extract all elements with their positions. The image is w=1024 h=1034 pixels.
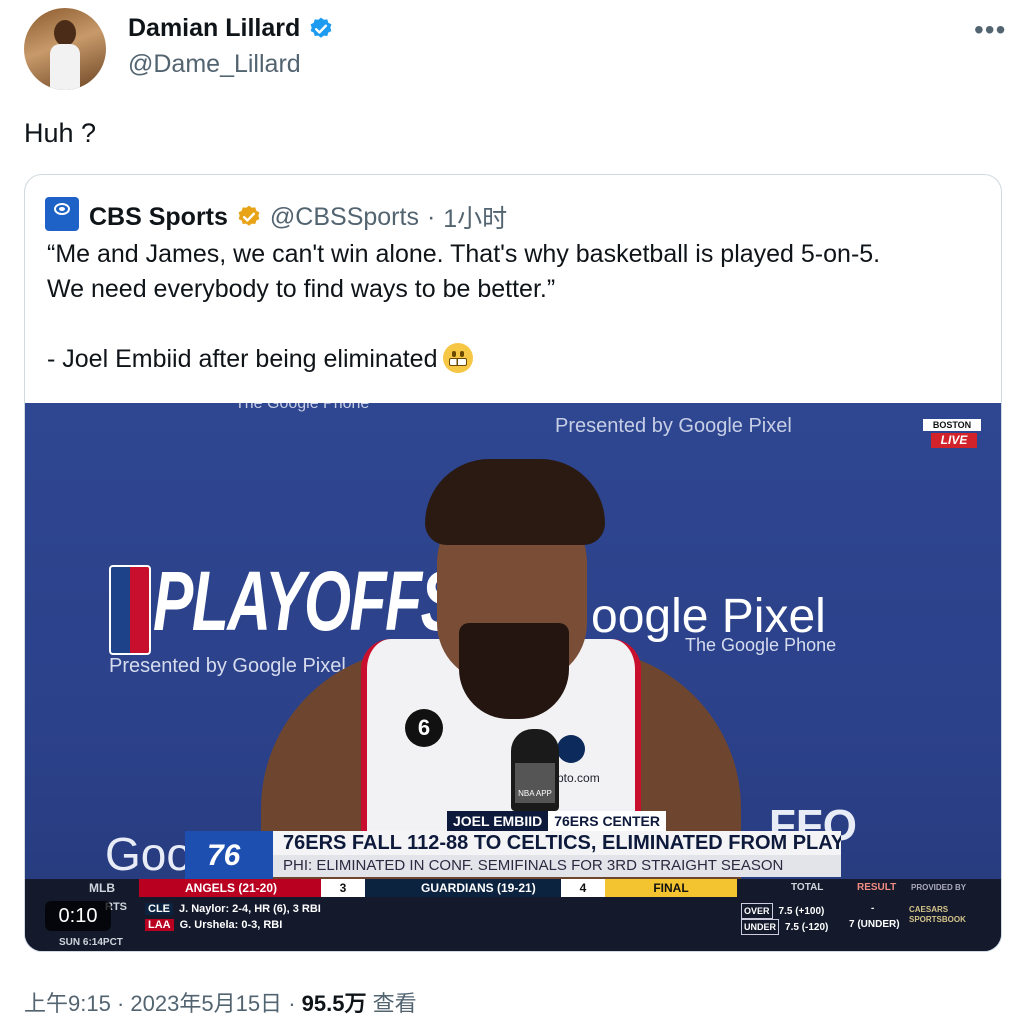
quote-line-1: “Me and James, we can't win alone. That'… <box>47 240 881 268</box>
meta-separator: · <box>288 991 302 1016</box>
boston-badge: BOSTON <box>923 419 981 431</box>
more-dots-icon[interactable]: ••• <box>974 14 1006 46</box>
avatar[interactable] <box>24 8 106 90</box>
cbs-sports-logo-icon <box>45 197 79 231</box>
tweet-date[interactable]: 2023年5月15日 <box>130 991 282 1016</box>
video-duration-badge: 0:10 <box>45 901 111 931</box>
ticker-score1: 3 <box>321 879 365 897</box>
quote-author-name[interactable]: CBS Sports <box>89 203 228 232</box>
crypto-text: pto.com <box>557 771 600 785</box>
jersey-number-patch: 6 <box>405 709 443 747</box>
live-badge: LIVE <box>931 433 977 448</box>
ticker-provided-by: PROVIDED BY <box>911 883 967 892</box>
quote-dot-separator: · <box>426 202 436 231</box>
avatar-body <box>50 44 80 90</box>
nba-logo-icon <box>109 565 151 655</box>
ticker-result-dash: - <box>871 903 875 914</box>
author-name-row[interactable]: Damian Lillard <box>128 14 334 43</box>
lower-third-nametag: JOEL EMBIID 76ERS CENTER <box>447 811 667 831</box>
ticker-result-value: 7 (UNDER) <box>849 919 900 930</box>
ticker-time: SUN 6:14PCT <box>59 937 123 948</box>
quote-text: “Me and James, we can't win alone. That'… <box>47 237 987 377</box>
ticker-sponsor: CAESARS SPORTSBOOK <box>909 905 966 924</box>
quote-line-2: We need everybody to find ways to be bet… <box>47 275 556 303</box>
ticker-result-label: RESULT <box>857 882 897 893</box>
ticker-team1: ANGELS (21-20) <box>139 879 321 897</box>
crypto-logo-icon <box>557 735 585 763</box>
tweet-views-count[interactable]: 95.5万 <box>302 991 367 1016</box>
ticker-league: MLB <box>89 881 115 895</box>
quote-line-3: - Joel Embiid after being eliminated <box>47 345 438 373</box>
quote-header: CBS Sports @CBSSports · 1小时 <box>89 199 507 235</box>
google-phone-text: The Google Phone <box>685 635 837 655</box>
avatar-head <box>54 20 76 46</box>
verified-badge-icon <box>310 17 332 38</box>
ticker-total-label: TOTAL <box>791 882 824 893</box>
grimacing-face-emoji-icon <box>443 343 474 373</box>
tweet-text: Huh ? <box>24 118 97 148</box>
ticker-over-under: OVER 7.5 (+100) UNDER 7.5 (-120) <box>741 903 828 935</box>
presented-by-text: Presented by Google Pixel <box>109 655 346 677</box>
meta-separator: · <box>116 991 131 1016</box>
ticker-status: FINAL <box>605 879 737 897</box>
score-ticker: MLB ANGELS (21-20) 3 GUARDIANS (19-21) 4… <box>25 879 1001 951</box>
nametag-name: JOEL EMBIID <box>447 811 549 831</box>
tweet-views-label[interactable]: 查看 <box>373 991 417 1016</box>
quote-timestamp[interactable]: 1小时 <box>443 199 507 235</box>
sixers-logo-icon: 76 <box>185 831 273 879</box>
lower-third-headline: 76ERS FALL 112-88 TO CELTICS, ELIMINATED… <box>273 831 841 855</box>
sixers-logo-text: 76 <box>207 839 241 872</box>
quote-author-handle[interactable]: @CBSSports <box>270 203 419 232</box>
ticker-cle-line: CLE J. Naylor: 2-4, HR (6), 3 RBI <box>145 903 321 915</box>
video-player[interactable]: The Google Phone Presented by Google Pix… <box>25 403 1001 951</box>
tweet-meta: 上午9:15 · 2023年5月15日 · 95.5万 查看 <box>24 986 417 1018</box>
author-handle[interactable]: @Dame_Lillard <box>128 50 301 79</box>
ticker-laa-line: LAA G. Urshela: 0-3, RBI <box>145 919 282 931</box>
ticker-team2: GUARDIANS (19-21) <box>365 879 561 897</box>
player-hair <box>425 459 605 545</box>
tweet-time[interactable]: 上午9:15 <box>24 991 111 1016</box>
ticker-score2: 4 <box>561 879 605 897</box>
goo-partial-text: Goo <box>105 828 192 880</box>
quote-blank-line <box>47 307 987 342</box>
mic-flag-label: NBA APP <box>515 763 555 803</box>
playoffs-wordmark: PLAYOFFS <box>153 554 461 648</box>
gold-verified-badge-icon <box>238 205 260 226</box>
backdrop-top-presented-text: Presented by Google Pixel <box>555 415 792 437</box>
player-beard <box>459 623 569 719</box>
nametag-role: 76ERS CENTER <box>548 811 667 831</box>
author-name[interactable]: Damian Lillard <box>128 14 300 43</box>
ticker-score-row: MLB ANGELS (21-20) 3 GUARDIANS (19-21) 4… <box>25 879 1001 897</box>
backdrop-top-partial-text: The Google Phone <box>235 403 370 412</box>
quoted-tweet-card[interactable]: CBS Sports @CBSSports · 1小时 “Me and Jame… <box>24 174 1002 952</box>
lower-third-subline: PHI: ELIMINATED IN CONF. SEMIFINALS FOR … <box>273 855 841 877</box>
quote-line-3-row: - Joel Embiid after being eliminated <box>47 342 987 377</box>
